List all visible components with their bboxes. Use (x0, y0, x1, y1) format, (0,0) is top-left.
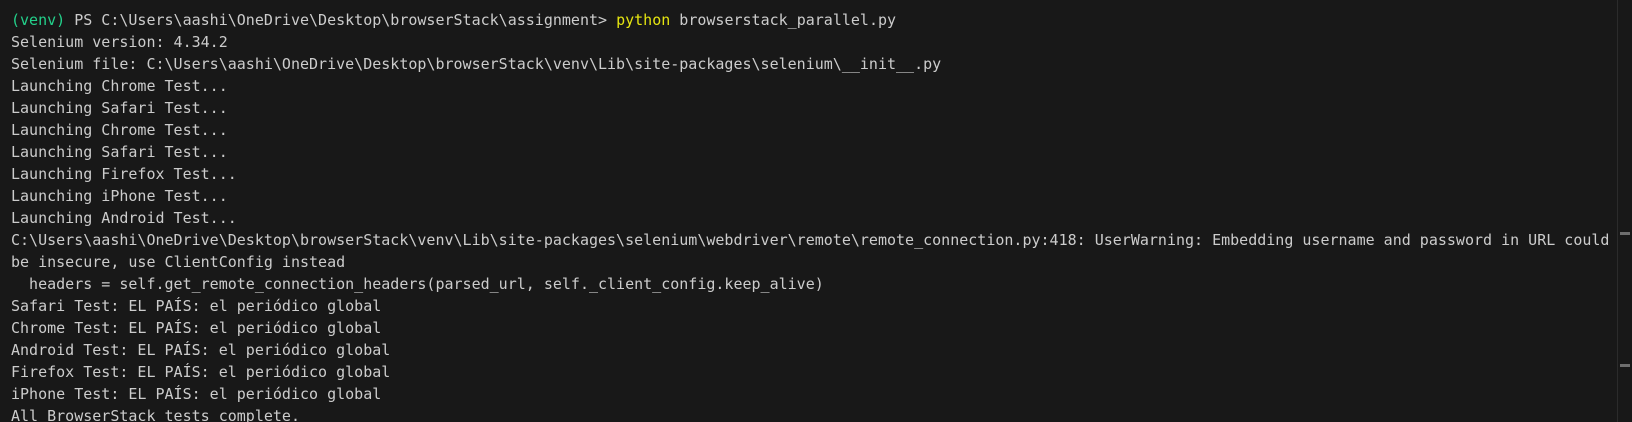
terminal-panel[interactable]: (venv) PS C:\Users\aashi\OneDrive\Deskto… (0, 0, 1632, 422)
command-args: browserstack_parallel.py (670, 11, 897, 29)
terminal-line: Chrome Test: EL PAÍS: el periódico globa… (11, 319, 382, 337)
terminal-line: be insecure, use ClientConfig instead (11, 253, 346, 271)
terminal-line: Safari Test: EL PAÍS: el periódico globa… (11, 297, 382, 315)
terminal-line: Launching Firefox Test... (11, 165, 237, 183)
terminal-line: Launching Android Test... (11, 209, 237, 227)
venv-indicator: (venv) (11, 11, 66, 29)
terminal-line: Firefox Test: EL PAÍS: el periódico glob… (11, 363, 391, 381)
terminal-line: Launching Chrome Test... (11, 77, 228, 95)
scrollbar-marker (1620, 364, 1630, 367)
terminal-scrollbar[interactable] (1617, 0, 1632, 422)
terminal-line: Launching Safari Test... (11, 143, 228, 161)
terminal-prompt-line: (venv) PS C:\Users\aashi\OneDrive\Deskto… (11, 9, 1614, 31)
terminal-line: Launching Chrome Test... (11, 121, 228, 139)
terminal-line: Selenium file: C:\Users\aashi\OneDrive\D… (11, 55, 942, 73)
terminal-line: Launching iPhone Test... (11, 187, 228, 205)
terminal-line: Android Test: EL PAÍS: el periódico glob… (11, 341, 391, 359)
terminal-line: Selenium version: 4.34.2 (11, 33, 228, 51)
scrollbar-marker (1620, 232, 1630, 235)
terminal-line: Launching Safari Test... (11, 99, 228, 117)
terminal-line: headers = self.get_remote_connection_hea… (11, 275, 824, 293)
terminal-line: All BrowserStack tests complete. (11, 407, 300, 422)
command-name: python (616, 11, 671, 29)
terminal-output: (venv) PS C:\Users\aashi\OneDrive\Deskto… (11, 0, 1614, 422)
terminal-line: iPhone Test: EL PAÍS: el periódico globa… (11, 385, 382, 403)
terminal-line-partial (11, 0, 1614, 9)
terminal-line: C:\Users\aashi\OneDrive\Desktop\browserS… (11, 231, 1610, 249)
prompt-path: PS C:\Users\aashi\OneDrive\Desktop\brows… (65, 11, 617, 29)
